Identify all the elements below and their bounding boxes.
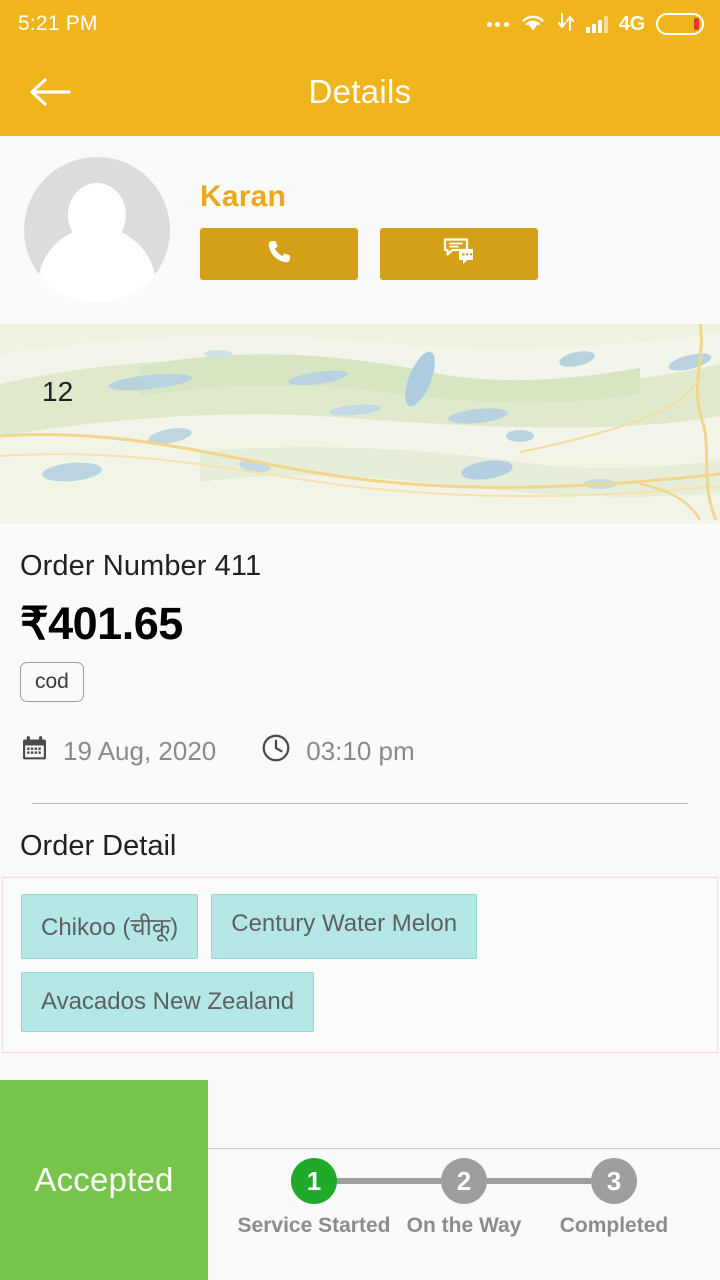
list-item[interactable]: Avacados New Zealand [21, 972, 315, 1032]
order-items-container: Chikoo (चीकू) Century Water Melon Avacad… [2, 877, 718, 1053]
stepper-step-1[interactable]: 1 Service Started [237, 1158, 391, 1238]
signal-bars-icon [585, 15, 608, 33]
order-status-label: Accepted [34, 1161, 174, 1198]
network-type-label: 4G [618, 12, 645, 35]
step-label: On the Way [406, 1214, 522, 1237]
order-time: 03:10 pm [306, 736, 415, 766]
person-placeholder-icon [24, 157, 170, 303]
status-bar-clock: 5:21 PM [18, 12, 98, 35]
order-datetime: 19 Aug, 2020 03:10 pm [20, 732, 700, 771]
chat-button[interactable] [380, 228, 538, 280]
bottom-action-bar: Accepted 1 Service Started 2 On the Way … [0, 1080, 720, 1280]
stepper-top-divider [208, 1148, 720, 1149]
step-number-badge: 2 [441, 1158, 487, 1204]
progress-stepper: 1 Service Started 2 On the Way 3 Complet… [237, 1158, 689, 1238]
order-date: 19 Aug, 2020 [63, 736, 217, 766]
map-distance-label: 12 [42, 376, 74, 407]
more-dots-icon [486, 21, 509, 27]
call-button[interactable] [200, 228, 358, 280]
map-terrain-graphic [0, 324, 720, 524]
calendar-icon [20, 734, 49, 770]
back-arrow-icon[interactable] [22, 64, 78, 120]
customer-name: Karan [200, 180, 287, 213]
payment-method-badge: cod [20, 662, 84, 702]
battery-icon [656, 13, 704, 35]
chat-bubble-icon [442, 237, 476, 272]
order-number: Order Number 411 [20, 550, 262, 582]
step-number-badge: 3 [591, 1158, 637, 1204]
step-label: Completed [559, 1214, 669, 1237]
data-transfer-icon [557, 12, 575, 37]
list-item[interactable]: Century Water Melon [211, 894, 478, 959]
phone-icon [264, 237, 294, 272]
order-price: ₹401.65 [20, 598, 183, 649]
list-item[interactable]: Chikoo (चीकू) [21, 894, 199, 959]
order-status-button[interactable]: Accepted [0, 1080, 208, 1280]
contact-card: Karan [0, 136, 720, 324]
order-info-section: Order Number 411 ₹401.65 cod 19 Aug, 202… [0, 524, 720, 804]
order-detail-heading: Order Detail [20, 830, 177, 862]
wifi-icon [520, 12, 546, 37]
map-preview[interactable]: 12 [0, 324, 720, 524]
progress-stepper-area: 1 Service Started 2 On the Way 3 Complet… [208, 1080, 720, 1280]
page-title: Details [308, 73, 412, 110]
stepper-step-2[interactable]: 2 On the Way [389, 1158, 539, 1238]
step-number-badge: 1 [291, 1158, 337, 1204]
contact-info: Karan [200, 180, 538, 280]
stepper-step-3[interactable]: 3 Completed [539, 1158, 689, 1238]
clock-icon [260, 732, 292, 771]
status-bar-icons: 4G [486, 12, 704, 37]
step-label: Service Started [237, 1214, 391, 1237]
contact-actions [200, 228, 538, 280]
app-bar: Details [0, 48, 720, 136]
system-status-bar: 5:21 PM 4G [0, 0, 720, 48]
